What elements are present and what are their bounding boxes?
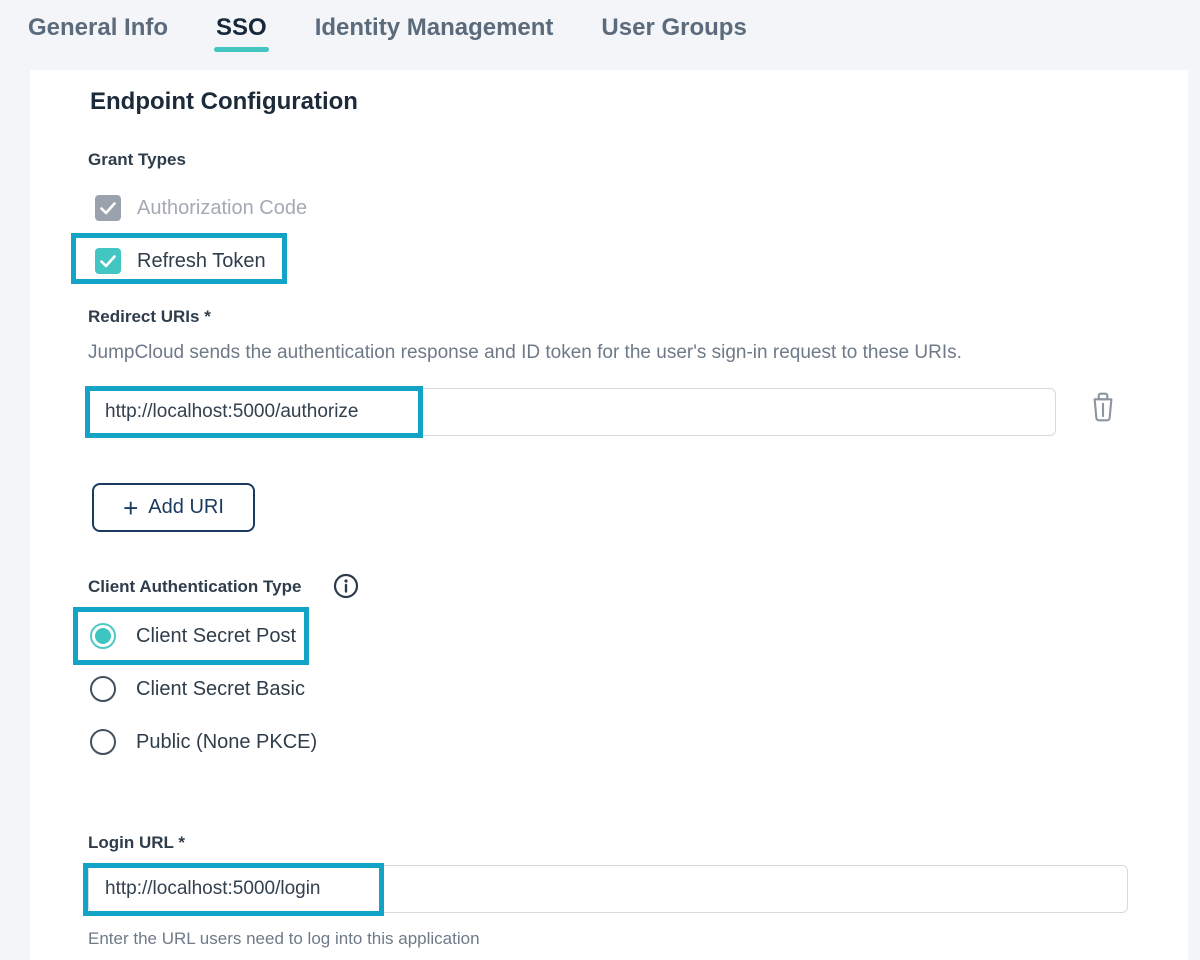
- tab-general-info[interactable]: General Info: [28, 12, 168, 52]
- active-tab-underline: [214, 47, 269, 52]
- radio-row-client-secret-post[interactable]: Client Secret Post: [90, 623, 296, 649]
- plus-icon: +: [123, 498, 138, 518]
- checkmark-icon: [100, 202, 116, 215]
- redirect-uris-label: Redirect URIs *: [88, 307, 211, 327]
- client-auth-type-label: Client Authentication Type: [88, 577, 301, 597]
- content-card: Endpoint Configuration Grant Types Autho…: [30, 70, 1188, 960]
- radio-label: Client Secret Basic: [136, 678, 305, 701]
- tab-label: SSO: [216, 14, 267, 41]
- tab-label: General Info: [28, 14, 168, 41]
- client-secret-post-radio[interactable]: [90, 623, 116, 649]
- checkbox-label: Authorization Code: [137, 197, 307, 220]
- tab-sso[interactable]: SSO: [216, 12, 267, 52]
- checkbox-row-refresh-token[interactable]: Refresh Token: [95, 248, 266, 274]
- tab-identity-management[interactable]: Identity Management: [315, 12, 554, 52]
- client-auth-info-button[interactable]: [333, 573, 359, 604]
- redirect-uris-description: JumpCloud sends the authentication respo…: [88, 342, 962, 364]
- delete-uri-button[interactable]: [1090, 392, 1116, 425]
- redirect-uri-input[interactable]: [88, 388, 1056, 436]
- checkbox-row-authorization-code: Authorization Code: [95, 195, 307, 221]
- radio-label: Public (None PKCE): [136, 731, 317, 754]
- checkmark-icon: [100, 255, 116, 268]
- client-secret-basic-radio[interactable]: [90, 676, 116, 702]
- radio-row-public-none-pkce[interactable]: Public (None PKCE): [90, 729, 317, 755]
- checkbox-label: Refresh Token: [137, 250, 266, 273]
- tab-user-groups[interactable]: User Groups: [601, 12, 746, 52]
- add-uri-button-label: Add URI: [148, 496, 224, 519]
- info-icon: [333, 573, 359, 599]
- tab-label: Identity Management: [315, 14, 554, 41]
- authorization-code-checkbox: [95, 195, 121, 221]
- trash-icon: [1090, 392, 1116, 422]
- tab-label: User Groups: [601, 14, 746, 41]
- login-url-label: Login URL *: [88, 833, 185, 853]
- login-url-input[interactable]: [88, 865, 1128, 913]
- public-none-pkce-radio[interactable]: [90, 729, 116, 755]
- radio-dot: [95, 628, 111, 644]
- sso-configuration-screen: General Info SSO Identity Management Use…: [0, 0, 1200, 960]
- radio-row-client-secret-basic[interactable]: Client Secret Basic: [90, 676, 305, 702]
- radio-label: Client Secret Post: [136, 625, 296, 648]
- refresh-token-checkbox[interactable]: [95, 248, 121, 274]
- tab-bar: General Info SSO Identity Management Use…: [0, 0, 1200, 70]
- grant-types-label: Grant Types: [88, 150, 186, 170]
- add-uri-button[interactable]: + Add URI: [92, 483, 255, 532]
- page-title: Endpoint Configuration: [90, 88, 358, 116]
- login-url-help-text: Enter the URL users need to log into thi…: [88, 929, 480, 949]
